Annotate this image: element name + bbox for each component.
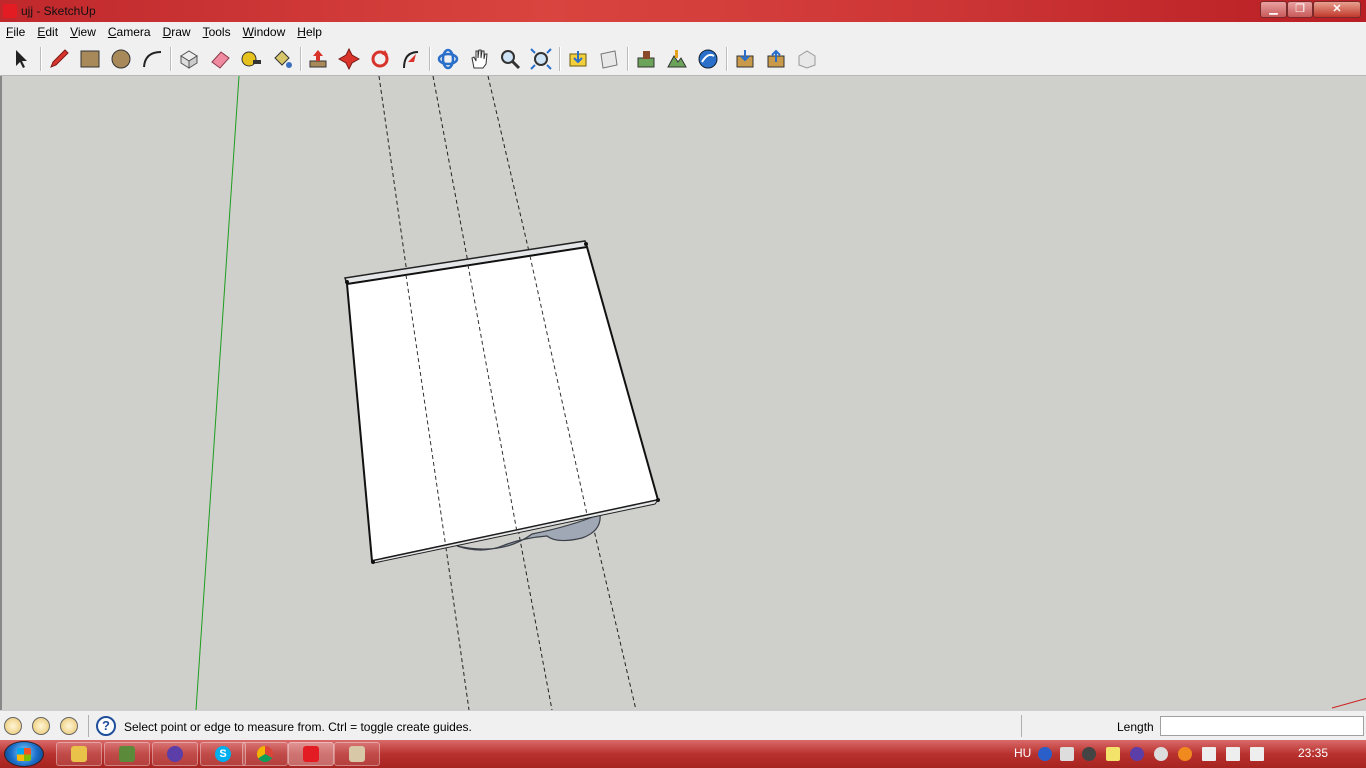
credits-icon[interactable] — [32, 717, 50, 735]
browser-tray-icon[interactable] — [1130, 747, 1144, 761]
select-arrow-icon[interactable] — [8, 46, 34, 72]
minimize-button[interactable]: ▁ — [1260, 1, 1287, 18]
google-earth-icon[interactable] — [695, 46, 721, 72]
make-component-icon[interactable] — [176, 46, 202, 72]
sketchup-app-icon[interactable] — [3, 4, 17, 18]
windows-taskbar: S HU 23:35 — [0, 740, 1366, 768]
zoom-icon[interactable] — [497, 46, 523, 72]
title-bar: ujj - SketchUp ▁ ❐ ✕ — [0, 0, 1366, 22]
measurements-label: Length — [1117, 720, 1154, 734]
menu-camera[interactable]: Camera — [102, 22, 157, 39]
modeling-viewport[interactable] — [0, 76, 1366, 710]
volume-icon[interactable] — [1250, 747, 1264, 761]
eraser-icon[interactable] — [207, 46, 233, 72]
zoom-extents-icon[interactable] — [528, 46, 554, 72]
paint-bucket-icon[interactable] — [269, 46, 295, 72]
white-panel-face — [345, 245, 660, 563]
menu-window[interactable]: Window — [237, 22, 292, 39]
taskbar-sketchup[interactable] — [288, 742, 334, 766]
menu-help[interactable]: Help — [291, 22, 328, 39]
help-icon[interactable]: ? — [96, 716, 116, 736]
flag-icon[interactable] — [1226, 747, 1240, 761]
menu-edit[interactable]: Edit — [31, 22, 64, 39]
help-tray-icon[interactable] — [1038, 747, 1052, 761]
status-bar: ? Select point or edge to measure from. … — [0, 710, 1366, 740]
rectangle-icon[interactable] — [77, 46, 103, 72]
taskbar-browser[interactable] — [152, 742, 198, 766]
menu-file[interactable]: File — [0, 22, 31, 39]
browser-icon — [167, 746, 183, 762]
red-axis-line — [1331, 698, 1366, 709]
toggle-terrain-icon[interactable] — [664, 46, 690, 72]
green-axis-line — [195, 76, 240, 710]
pencil-icon[interactable] — [46, 46, 72, 72]
add-location-icon[interactable] — [633, 46, 659, 72]
taskbar-minecraft[interactable] — [104, 742, 150, 766]
taskbar-skype[interactable]: S — [200, 742, 246, 766]
orbit-icon[interactable] — [435, 46, 461, 72]
warehouse-icon[interactable] — [732, 46, 758, 72]
language-indicator[interactable]: HU — [1014, 746, 1031, 760]
chrome-icon — [257, 746, 273, 762]
copyright-icon[interactable] — [60, 717, 78, 735]
sketchup-icon — [303, 746, 319, 762]
close-button[interactable]: ✕ — [1313, 1, 1361, 18]
taskbar-chrome[interactable] — [242, 742, 288, 766]
menu-bar: File Edit View Camera Draw Tools Window Help — [0, 22, 1366, 42]
menu-draw[interactable]: Draw — [157, 22, 197, 39]
push-pull-icon[interactable] — [305, 46, 331, 72]
circle-icon[interactable] — [108, 46, 134, 72]
share-component-icon[interactable] — [763, 46, 789, 72]
measurements-input[interactable] — [1160, 716, 1364, 736]
maximize-button[interactable]: ❐ — [1287, 1, 1313, 18]
taskbar-photo-gallery[interactable] — [334, 742, 380, 766]
taskbar-file-explorer[interactable] — [56, 742, 102, 766]
geo-location-icon[interactable] — [4, 717, 22, 735]
clock-time[interactable]: 23:35 — [1298, 746, 1328, 760]
share-model-icon[interactable] — [596, 46, 622, 72]
tape-measure-icon[interactable] — [238, 46, 264, 72]
get-models-icon[interactable] — [565, 46, 591, 72]
photo-gallery-icon — [349, 746, 365, 762]
skype-icon: S — [215, 746, 231, 762]
minecraft-icon — [119, 746, 135, 762]
notes-icon[interactable] — [1106, 747, 1120, 761]
action-center-icon[interactable] — [1060, 747, 1074, 761]
rotate-icon[interactable] — [367, 46, 393, 72]
settings-tray-icon[interactable] — [1154, 747, 1168, 761]
status-message: Select point or edge to measure from. Ct… — [124, 720, 472, 734]
network-signal-icon[interactable] — [1202, 747, 1216, 761]
folder-icon — [71, 746, 87, 762]
arc-icon[interactable] — [139, 46, 165, 72]
start-button[interactable] — [4, 741, 44, 767]
follow-me-icon[interactable] — [398, 46, 424, 72]
scene-drawing — [195, 76, 1366, 710]
main-toolbar — [0, 42, 1366, 76]
avast-icon[interactable] — [1178, 747, 1192, 761]
window-title: ujj - SketchUp — [21, 4, 96, 18]
steam-icon[interactable] — [1082, 747, 1096, 761]
menu-view[interactable]: View — [64, 22, 102, 39]
extension-warehouse-icon[interactable] — [794, 46, 820, 72]
menu-tools[interactable]: Tools — [197, 22, 237, 39]
pan-hand-icon[interactable] — [466, 46, 492, 72]
move-icon[interactable] — [336, 46, 362, 72]
